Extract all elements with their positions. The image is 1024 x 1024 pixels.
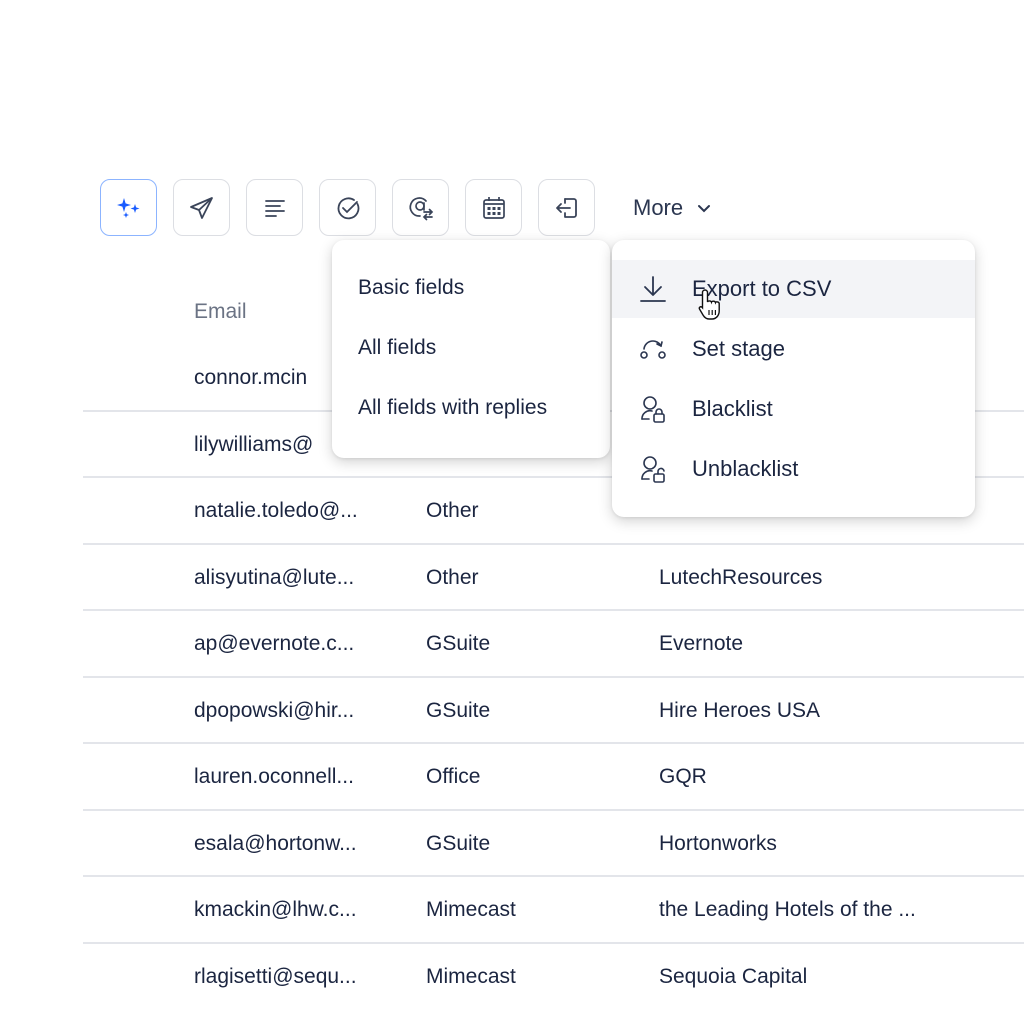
cell-email: alisyutina@lute...: [194, 565, 355, 589]
hand-pointer-cursor-icon: [698, 289, 720, 320]
cell-company: Hortonworks: [659, 831, 777, 855]
cell-company: Evernote: [659, 632, 744, 655]
menu-item-all-fields-with-replies[interactable]: All fields with replies: [358, 396, 547, 420]
menu-item-export-csv[interactable]: Export to CSV: [612, 260, 975, 318]
toolbar: More: [100, 179, 713, 236]
table-row[interactable]: alisyutina@lute... Other LutechResources: [83, 545, 1024, 611]
cell-provider: Other: [426, 565, 479, 589]
table-row[interactable]: lauren.oconnell... Office GQR: [83, 744, 1024, 811]
cell-email: kmackin@lhw.c...: [194, 898, 357, 921]
table-row[interactable]: kmackin@lhw.c... Mimecast the Leading Hote…: [83, 877, 1024, 944]
cell-company: Sequoia Capital: [659, 964, 808, 988]
cell-provider: GSuite: [426, 632, 491, 655]
user-unlock-icon: [636, 452, 670, 486]
cell-email: rlagisetti@sequ...: [194, 964, 357, 988]
more-label: More: [633, 194, 684, 220]
cell-email: lauren.oconnell...: [194, 765, 354, 788]
cell-email: lilywilliams@: [194, 432, 314, 456]
cell-email: esala@hortonw...: [194, 831, 357, 855]
menu-item-label: Blacklist: [692, 396, 773, 421]
cell-email: ap@evernote.c...: [194, 632, 355, 655]
user-lock-icon: [636, 392, 670, 426]
cell-provider: GSuite: [426, 698, 491, 722]
cell-company: Hire Heroes USA: [659, 698, 821, 722]
cell-provider: Office: [426, 765, 481, 788]
menu-item-unblacklist[interactable]: Unblacklist: [612, 440, 975, 498]
sparkles-icon: [116, 197, 139, 218]
sign-out-icon: [555, 197, 577, 218]
menu-item-label: Unblacklist: [692, 456, 799, 481]
ai-sparkles-button[interactable]: [100, 179, 157, 236]
menu-item-set-stage[interactable]: Set stage: [612, 320, 975, 378]
download-icon: [636, 272, 670, 306]
table-row[interactable]: rlagisetti@sequ... Mimecast Sequoia Capita…: [83, 944, 1024, 1011]
text-align-icon: [264, 199, 285, 217]
menu-item-all-fields[interactable]: All fields: [358, 336, 436, 360]
table-row[interactable]: ap@evernote.c... GSuite Evernote: [83, 611, 1024, 678]
export-fields-submenu: Basic fields All fields All fields with …: [332, 240, 610, 458]
text-button[interactable]: [246, 179, 303, 236]
move-out-button[interactable]: [538, 179, 595, 236]
cell-company: the Leading Hotels of the ...: [659, 898, 916, 921]
chevron-down-icon: [698, 204, 711, 212]
cell-provider: Mimecast: [426, 964, 516, 988]
menu-item-blacklist[interactable]: Blacklist: [612, 380, 975, 438]
cell-email: connor.mcin: [194, 366, 308, 389]
menu-item-basic-fields[interactable]: Basic fields: [358, 276, 464, 300]
cell-email: dpopowski@hir...: [194, 698, 355, 722]
column-header-email[interactable]: Email: [194, 300, 247, 324]
menu-item-label: Set stage: [692, 336, 785, 361]
cell-provider: Other: [426, 499, 479, 522]
more-dropdown-menu: Export to CSV Set stage Blacklist Unblac…: [612, 240, 975, 517]
cell-company: LutechResources: [659, 565, 823, 589]
cell-company: GQR: [659, 765, 707, 788]
task-button[interactable]: [319, 179, 376, 236]
cell-provider: GSuite: [426, 831, 491, 855]
calendar-button[interactable]: [465, 179, 522, 236]
send-button[interactable]: [173, 179, 230, 236]
send-icon: [189, 196, 213, 219]
cell-provider: Mimecast: [426, 898, 516, 921]
table-row[interactable]: esala@hortonw... GSuite Hortonworks: [83, 811, 1024, 877]
email-swap-button[interactable]: [392, 179, 449, 236]
table-row[interactable]: dpopowski@hir... GSuite Hire Heroes USA: [83, 678, 1024, 744]
stage-icon: [636, 332, 670, 366]
more-dropdown-button[interactable]: More: [633, 195, 713, 221]
check-circle-icon: [337, 196, 359, 219]
email-swap-icon: [408, 196, 433, 220]
cell-email: natalie.toledo@...: [194, 499, 358, 522]
calendar-icon: [482, 196, 505, 219]
